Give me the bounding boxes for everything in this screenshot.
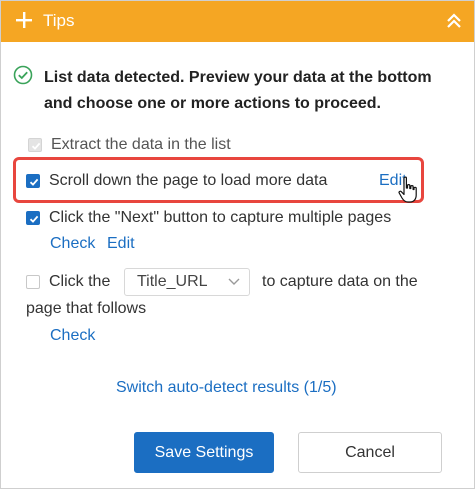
click-next-label: Click the "Next" button to capture multi… — [49, 209, 392, 226]
field-select-value: Title_URL — [137, 273, 208, 290]
scroll-down-checkbox[interactable] — [26, 174, 40, 188]
checkmark-icon — [29, 215, 39, 223]
tips-header: Tips — [1, 1, 474, 42]
chevron-down-icon — [228, 278, 240, 285]
detection-message: List data detected. Preview your data at… — [44, 69, 432, 112]
chevron-double-up-icon[interactable] — [444, 11, 464, 31]
cancel-button[interactable]: Cancel — [298, 432, 442, 473]
save-settings-button[interactable]: Save Settings — [134, 432, 274, 473]
click-field-label-before: Click the — [49, 273, 111, 290]
click-field-label-line2: page that follows — [26, 300, 147, 317]
checkmark-icon — [31, 142, 41, 150]
tips-panel: Tips List data detected. Preview your da… — [0, 0, 475, 489]
click-field-label-after: to capture data on the — [262, 273, 418, 290]
click-next-check-link[interactable]: Check — [50, 235, 95, 253]
header-title: Tips — [43, 11, 75, 30]
click-field-checkbox[interactable] — [26, 275, 40, 289]
click-next-checkbox[interactable] — [26, 211, 40, 225]
extract-list-label: Extract the data in the list — [51, 136, 231, 153]
extract-list-checkbox — [28, 138, 42, 152]
click-field-check-link[interactable]: Check — [50, 327, 95, 345]
switch-auto-detect-link[interactable]: Switch auto-detect results (1/5) — [116, 379, 337, 397]
plus-icon[interactable] — [14, 10, 34, 30]
hand-cursor-icon — [398, 176, 417, 203]
check-circle-icon — [13, 65, 33, 85]
checkmark-icon — [29, 178, 39, 186]
field-select[interactable]: Title_URL — [124, 268, 250, 296]
scroll-down-label: Scroll down the page to load more data — [49, 172, 328, 189]
click-next-edit-link[interactable]: Edit — [107, 235, 135, 253]
